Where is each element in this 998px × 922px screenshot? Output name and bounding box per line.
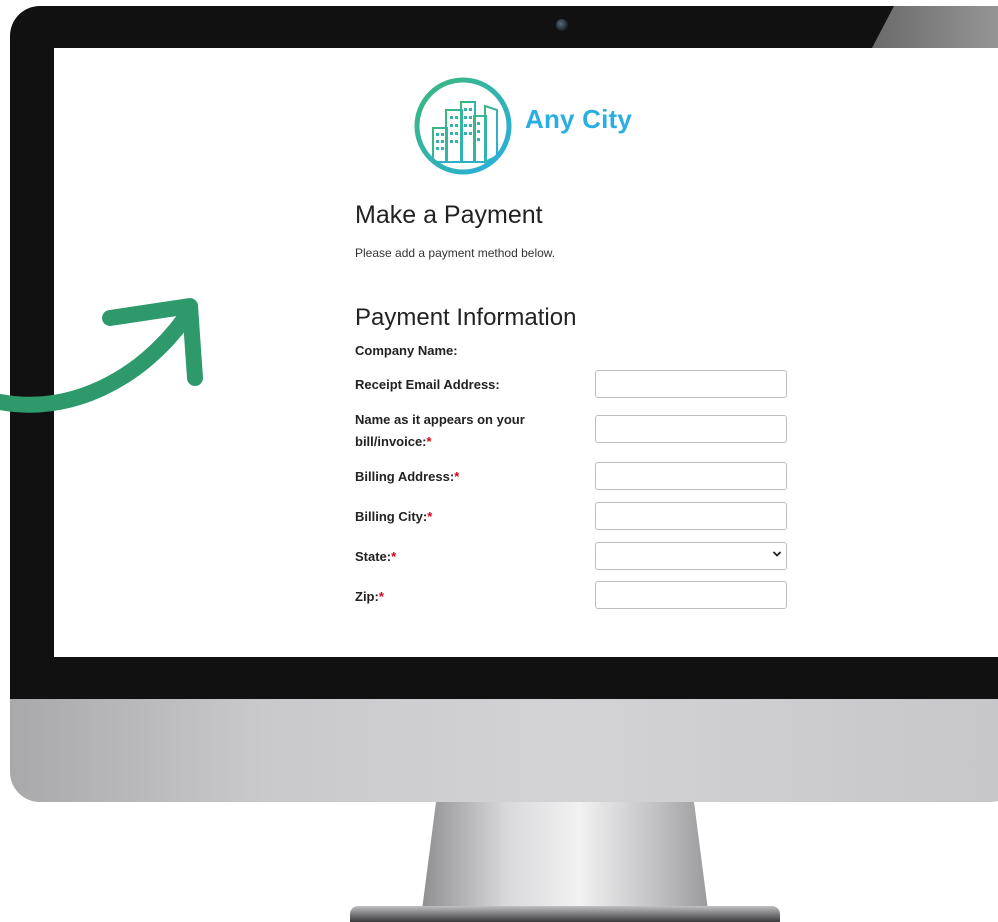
city-skyline-icon (414, 77, 512, 175)
zip-input[interactable] (595, 581, 787, 609)
page-subtitle: Please add a payment method below. (355, 246, 556, 260)
billing-city-input[interactable] (595, 502, 787, 530)
monitor-stand (422, 802, 708, 910)
required-marker: * (454, 469, 460, 484)
brand-logo: Any City (413, 76, 653, 176)
chevron-down-icon (772, 551, 782, 557)
name-on-bill-input[interactable] (595, 415, 787, 443)
section-title: Payment Information (355, 304, 577, 331)
required-marker: * (427, 509, 433, 524)
zip-label-text: Zip: (355, 589, 379, 604)
state-select[interactable] (595, 542, 787, 570)
billing-city-label-text: Billing City: (355, 509, 428, 524)
receipt-email-label: Receipt Email Address: (355, 377, 500, 392)
name-on-bill-label: Name as it appears on your bill/invoice:… (355, 409, 525, 453)
billing-address-input[interactable] (595, 462, 787, 490)
monitor-chin (10, 699, 998, 802)
state-label: State:* (355, 546, 396, 568)
name-on-bill-label-line2: bill/invoice: (355, 434, 427, 449)
brand-name: Any City (525, 104, 633, 134)
zip-label: Zip:* (355, 586, 384, 608)
state-label-text: State: (355, 549, 392, 564)
page-title: Make a Payment (355, 201, 543, 229)
required-marker: * (378, 589, 384, 604)
required-marker: * (426, 434, 432, 449)
bezel-glare (872, 6, 998, 48)
curved-arrow-icon (0, 298, 203, 413)
billing-city-label: Billing City:* (355, 506, 432, 528)
required-marker: * (391, 549, 397, 564)
name-on-bill-label-line1: Name as it appears on your (355, 412, 525, 427)
company-name-label: Company Name: (355, 343, 458, 358)
receipt-email-input[interactable] (595, 370, 787, 398)
billing-address-label-text: Billing Address: (355, 469, 455, 484)
webcam-icon (556, 19, 568, 31)
monitor-stand-base (350, 906, 780, 922)
billing-address-label: Billing Address:* (355, 466, 459, 488)
